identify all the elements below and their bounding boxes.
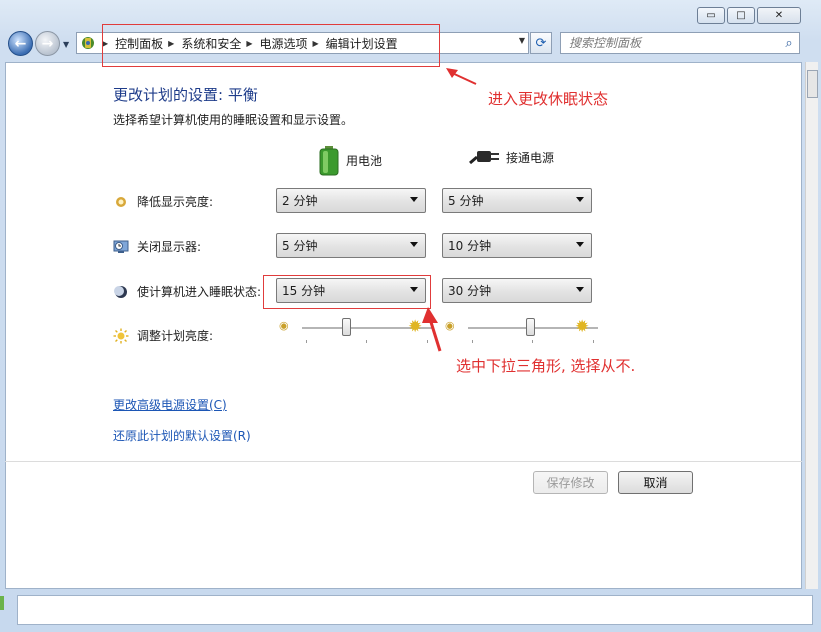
refresh-icon: ⟳: [535, 35, 547, 51]
slider-tick: [593, 340, 594, 343]
setting-row-brightness: 调整计划亮度:: [113, 327, 213, 344]
back-button[interactable]: ←: [8, 31, 33, 56]
slider-thumb[interactable]: [526, 318, 535, 336]
advanced-settings-link[interactable]: 更改高级电源设置(C): [113, 396, 227, 413]
scrollbar-thumb[interactable]: [807, 70, 818, 98]
chevron-down-icon: [576, 242, 584, 247]
background-window: [17, 595, 813, 625]
dim-brightness-icon: [113, 194, 129, 210]
display-timer-icon: [113, 239, 129, 255]
dim-sun-icon: ◉: [279, 319, 289, 332]
annotation-arrow-top: [446, 68, 477, 85]
slider-tick: [532, 340, 533, 343]
refresh-button[interactable]: ⟳: [530, 32, 552, 54]
slider-thumb[interactable]: [342, 318, 351, 336]
save-button[interactable]: 保存修改: [533, 471, 608, 494]
column-header-battery: 用电池: [318, 146, 383, 176]
window-controls: ▭ □ ✕: [697, 7, 801, 24]
setting-row-dim: 降低显示亮度:: [113, 193, 213, 210]
forward-button[interactable]: →: [35, 31, 60, 56]
page-title: 更改计划的设置: 平衡: [113, 86, 258, 104]
chevron-down-icon: [410, 242, 418, 247]
slider-tick: [366, 340, 367, 343]
vertical-scrollbar[interactable]: [805, 62, 818, 589]
recent-pages-chevron-icon[interactable]: ▼: [63, 40, 69, 49]
chevron-down-icon: [410, 197, 418, 202]
maximize-button[interactable]: □: [727, 7, 755, 24]
setting-row-sleep: 使计算机进入睡眠状态:: [113, 283, 261, 300]
dim-plugged-select[interactable]: 5 分钟: [442, 188, 592, 213]
slider-tick: [306, 340, 307, 343]
annotation-arrow-bottom: [422, 307, 442, 352]
annotation-text-bottom: 选中下拉三角形, 选择从不.: [456, 357, 636, 375]
divider: [5, 461, 802, 462]
search-icon[interactable]: ⌕: [779, 36, 799, 51]
back-arrow-icon: ←: [14, 35, 27, 52]
brightness-sun-icon: [113, 328, 129, 344]
sleep-moon-icon: [113, 284, 129, 300]
column-label-plugged: 接通电源: [506, 150, 555, 165]
address-dropdown-icon[interactable]: ▼: [519, 36, 525, 45]
control-panel-icon: [79, 35, 97, 51]
select-value: 5 分钟: [282, 239, 318, 253]
setting-label-sleep: 使计算机进入睡眠状态:: [137, 285, 262, 299]
setting-row-display-off: 关闭显示器:: [113, 238, 201, 255]
column-label-battery: 用电池: [346, 153, 383, 168]
display-off-battery-select[interactable]: 5 分钟: [276, 233, 426, 258]
setting-label-dim: 降低显示亮度:: [137, 195, 214, 209]
page-subtitle: 选择希望计算机使用的睡眠设置和显示设置。: [113, 113, 354, 127]
chevron-down-icon: [576, 197, 584, 202]
select-value: 2 分钟: [282, 194, 318, 208]
annotation-box-breadcrumb: [102, 24, 440, 67]
battery-icon: [318, 146, 340, 176]
close-icon: ✕: [774, 10, 784, 21]
maximize-icon: □: [736, 10, 746, 21]
search-input[interactable]: [567, 35, 779, 51]
chevron-down-icon: [576, 287, 584, 292]
minimize-button[interactable]: ▭: [697, 7, 725, 24]
cancel-button[interactable]: 取消: [618, 471, 693, 494]
annotation-box-sleep: [263, 275, 431, 309]
display-off-plugged-select[interactable]: 10 分钟: [442, 233, 592, 258]
sleep-plugged-select[interactable]: 30 分钟: [442, 278, 592, 303]
forward-arrow-icon: →: [41, 35, 54, 52]
setting-label-brightness: 调整计划亮度:: [137, 329, 214, 343]
bright-sun-icon: ✹: [575, 317, 590, 337]
power-plug-icon: [468, 146, 500, 168]
select-value: 5 分钟: [448, 194, 484, 208]
close-button[interactable]: ✕: [757, 7, 801, 24]
annotation-text-top: 进入更改休眠状态: [488, 90, 609, 108]
search-box: ⌕: [560, 32, 800, 54]
background-strip: [0, 596, 4, 610]
select-value: 30 分钟: [448, 284, 492, 298]
restore-defaults-link[interactable]: 还原此计划的默认设置(R): [113, 427, 251, 444]
slider-tick: [472, 340, 473, 343]
setting-label-display-off: 关闭显示器:: [137, 240, 202, 254]
minimize-icon: ▭: [706, 10, 716, 21]
dim-battery-select[interactable]: 2 分钟: [276, 188, 426, 213]
column-header-plugged: 接通电源: [468, 146, 554, 168]
select-value: 10 分钟: [448, 239, 492, 253]
